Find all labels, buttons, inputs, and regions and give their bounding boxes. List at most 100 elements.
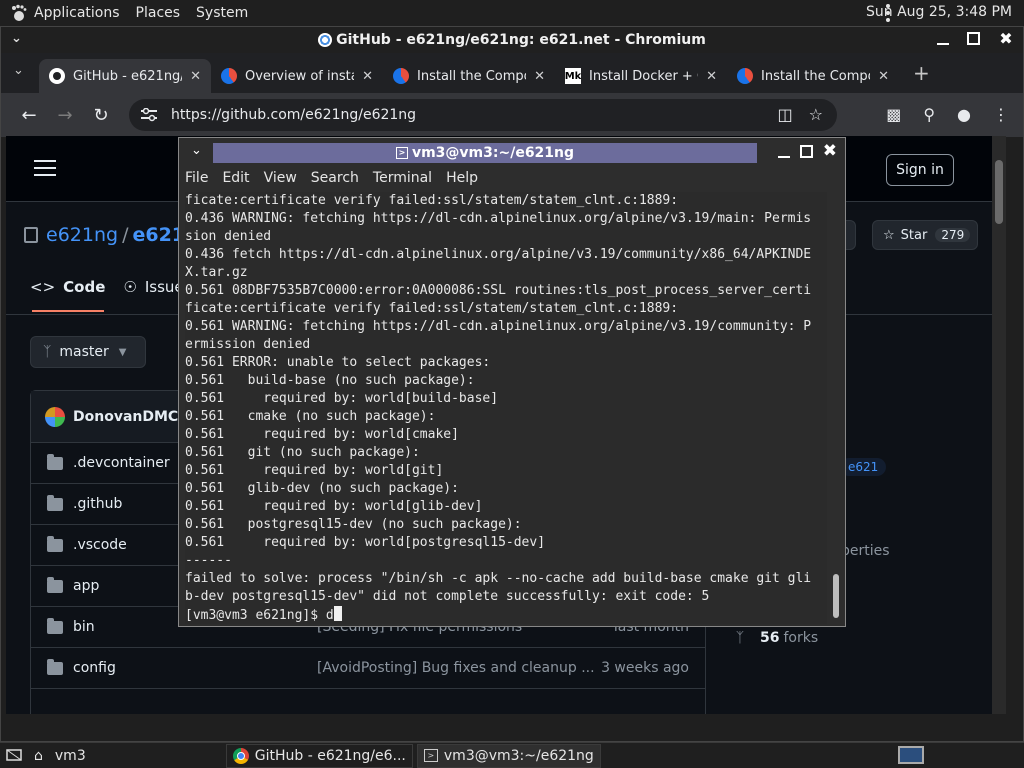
tab-install-compose-2[interactable]: Install the Compo ✕ (727, 59, 899, 93)
close-button[interactable]: ✖ (997, 29, 1015, 48)
tab-search-chevron-icon[interactable]: ⌄ (13, 63, 24, 78)
table-row[interactable]: config [AvoidPosting] Bug fixes and clean… (31, 648, 705, 689)
forward-arrow-icon[interactable]: → (47, 105, 83, 126)
terminal-title-bar[interactable]: > vm3@vm3:~/e621ng (213, 143, 757, 163)
active-tab-underline (32, 310, 104, 312)
terminal-icon: > (423, 749, 438, 762)
sign-in-button[interactable]: Sign in (886, 154, 954, 186)
file-name[interactable]: .devcontainer (73, 455, 170, 471)
commit-author[interactable]: DonovanDMC (73, 409, 178, 425)
scrollbar-thumb[interactable] (995, 160, 1003, 224)
commit-message[interactable]: [AvoidPosting] Bug fixes and cleanup ... (317, 660, 595, 676)
file-name[interactable]: config (73, 660, 116, 676)
github-icon (49, 68, 65, 84)
avatar[interactable] (45, 406, 65, 427)
terminal-output[interactable]: ficate:certificate verify failed:ssl/sta… (185, 192, 827, 624)
workspace-switcher[interactable] (898, 746, 924, 764)
branch-icon: ᛉ (43, 344, 52, 360)
window-titlebar[interactable]: ⌄ GitHub - e621ng/e621ng: e621.net - Chr… (1, 27, 1023, 53)
file-name[interactable]: .github (73, 496, 122, 512)
tab-issues[interactable]: ☉ Issue (123, 278, 183, 296)
folder-icon (47, 535, 63, 552)
tab-close-icon[interactable]: ✕ (190, 69, 201, 84)
terminal-line: 0.561 glib-dev (no such package): (185, 481, 459, 496)
folder-icon (47, 617, 63, 634)
maximize-button[interactable] (967, 32, 985, 45)
tab-close-icon[interactable]: ✕ (878, 69, 889, 84)
terminal-window: ⌄ > vm3@vm3:~/e621ng ✖ File Edit View Se… (178, 137, 846, 627)
code-icon: <> (30, 278, 56, 296)
topic-badge[interactable]: e621 (840, 458, 887, 476)
top-panel: Applications Places System Sun Aug 25, 3… (0, 0, 1024, 26)
repo-owner-link[interactable]: e621ng (46, 224, 118, 246)
tab-close-icon[interactable]: ✕ (534, 69, 545, 84)
window-menu-chevron-icon[interactable]: ⌄ (191, 143, 202, 158)
taskbar-window-terminal[interactable]: > vm3@vm3:~/e621ng (416, 743, 601, 768)
labs-flask-icon[interactable]: ⚲ (923, 105, 935, 124)
close-button[interactable]: ✖ (823, 141, 837, 161)
tab-install-docker[interactable]: Mk Install Docker + C ✕ (555, 59, 727, 93)
menu-edit[interactable]: Edit (222, 170, 249, 186)
show-desktop-icon[interactable] (0, 743, 28, 768)
applications-menu[interactable]: Applications (34, 0, 128, 26)
issues-circle-icon: ☉ (123, 278, 137, 296)
branch-select-button[interactable]: ᛉ master ▼ (30, 336, 146, 368)
menu-help[interactable]: Help (446, 170, 478, 186)
gnome-foot-icon[interactable] (8, 2, 30, 24)
tab-overview[interactable]: Overview of insta ✕ (211, 59, 383, 93)
tab-strip: ⌄ GitHub - e621ng/e ✕ Overview of insta … (1, 53, 1023, 93)
folder-icon (47, 453, 63, 470)
window-menu-chevron-icon[interactable]: ⌄ (11, 31, 22, 46)
terminal-line: 0.436 fetch https://dl-cdn.alpinelinux.o… (185, 247, 812, 262)
minimize-button[interactable] (777, 144, 790, 158)
scrollbar-thumb[interactable] (833, 574, 839, 618)
fork-icon: ᛉ (735, 629, 745, 646)
bookmark-star-icon[interactable]: ☆ (809, 105, 823, 124)
tab-close-icon[interactable]: ✕ (706, 69, 717, 84)
workspace-label[interactable]: vm3 (49, 743, 92, 768)
new-tab-plus-icon[interactable]: + (913, 61, 930, 85)
clock[interactable]: Sun Aug 25, 3:48 PM (866, 4, 1012, 20)
minimize-button[interactable] (937, 33, 955, 45)
menu-file[interactable]: File (185, 170, 208, 186)
menu-search[interactable]: Search (311, 170, 359, 186)
terminal-line: b-dev postgresql15-dev" did not complete… (185, 589, 710, 604)
menu-view[interactable]: View (264, 170, 297, 186)
address-bar[interactable]: https://github.com/e621ng/e621ng ◫ ☆ (129, 99, 837, 131)
caret-down-icon: ▼ (118, 346, 127, 358)
terminal-scrollbar[interactable] (831, 192, 841, 624)
places-menu[interactable]: Places (128, 0, 189, 26)
star-button[interactable]: ☆ Star 279 (872, 220, 978, 250)
extensions-puzzle-icon[interactable]: ▩ (886, 105, 901, 124)
site-info-tune-icon[interactable] (141, 108, 157, 122)
system-menu[interactable]: System (188, 0, 256, 26)
file-name[interactable]: .vscode (73, 537, 127, 553)
install-app-icon[interactable]: ◫ (778, 105, 793, 124)
back-arrow-icon[interactable]: ← (11, 105, 47, 126)
terminal-prompt-line[interactable]: [vm3@vm3 e621ng]$ d (185, 606, 827, 625)
reload-icon[interactable]: ↻ (83, 105, 119, 126)
home-folder-icon[interactable]: ⌂ (28, 743, 49, 768)
kebab-menu-icon[interactable]: ⋮ (993, 105, 1009, 124)
menu-terminal[interactable]: Terminal (373, 170, 432, 186)
tab-code[interactable]: <> Code (30, 278, 105, 296)
terminal-line: ------ (185, 553, 232, 568)
browser-toolbar: ← → ↻ https://github.com/e621ng/e621ng ◫… (1, 93, 1023, 137)
taskbar-window-chromium[interactable]: GitHub - e621ng/e6... (225, 743, 413, 768)
page-scrollbar[interactable] (992, 136, 1006, 714)
file-name[interactable]: app (73, 578, 99, 594)
url-text[interactable]: https://github.com/e621ng/e621ng (171, 107, 416, 123)
file-name[interactable]: bin (73, 619, 95, 635)
chromium-icon (232, 747, 249, 764)
tab-github[interactable]: GitHub - e621ng/e ✕ (39, 59, 211, 93)
maximize-button[interactable] (799, 144, 813, 158)
hamburger-menu-icon[interactable] (34, 160, 56, 181)
tab-close-icon[interactable]: ✕ (362, 69, 373, 84)
profile-icon[interactable]: ● (957, 105, 971, 124)
forks-link[interactable]: ᛉ 56 forks (732, 623, 890, 652)
terminal-titlebar[interactable]: ⌄ > vm3@vm3:~/e621ng ✖ (179, 138, 845, 166)
tab-install-compose-1[interactable]: Install the Compo ✕ (383, 59, 555, 93)
folder-icon (47, 658, 63, 675)
edge-icon (393, 68, 409, 84)
star-count-badge: 279 (935, 228, 971, 242)
